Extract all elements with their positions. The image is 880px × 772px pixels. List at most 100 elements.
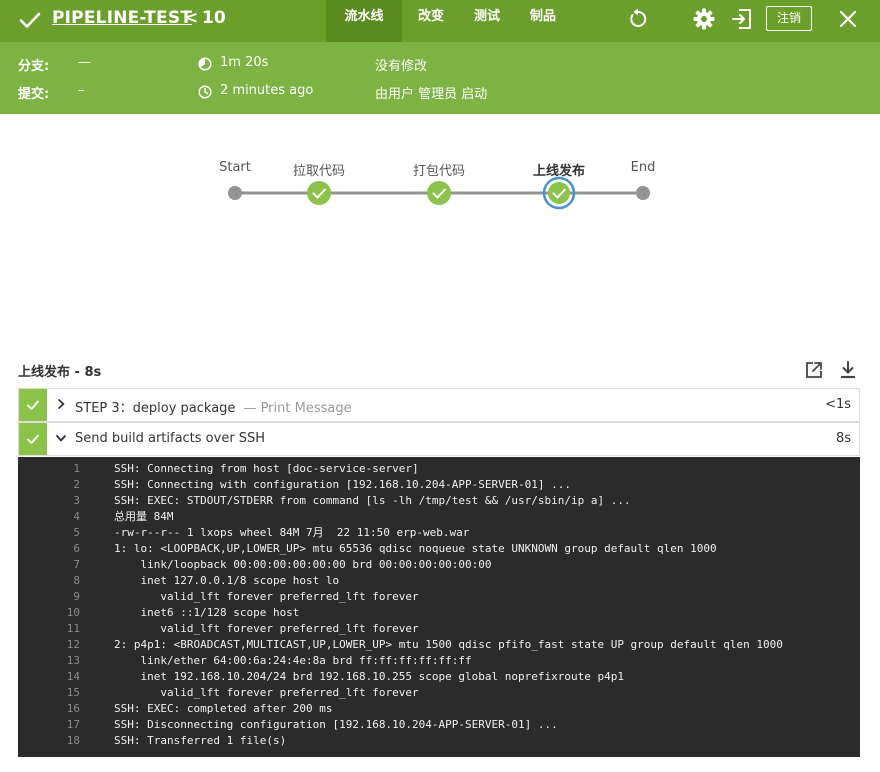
pipeline-title-link[interactable]: PIPELINE-TEST <box>52 8 192 28</box>
step-duration: <1s <box>825 397 851 412</box>
run-info-bar: 分支: — 提交: – 1m 20s 2 minutes ago 没有修改 由用… <box>0 42 880 114</box>
top-bar: PIPELINE-TEST < 10 流水线 改变 测试 制品 注销 <box>0 0 880 42</box>
line-number[interactable]: 17 <box>18 717 80 733</box>
start-node <box>228 186 242 200</box>
log-line: 18 SSH: Transferred 1 file(s) <box>18 733 860 749</box>
log-line: 5 -rw-r--r-- 1 lxops wheel 84M 7月 22 11:5… <box>18 525 860 541</box>
step-row-deploy-package[interactable]: STEP 3：deploy package — Print Message <1s <box>18 388 860 422</box>
log-text: SSH: EXEC: STDOUT/STDERR from command [l… <box>114 494 631 507</box>
branch-value: — <box>78 55 91 70</box>
step-row-send-artifacts[interactable]: Send build artifacts over SSH 8s <box>18 422 860 456</box>
end-node <box>636 186 650 200</box>
line-number[interactable]: 16 <box>18 701 80 717</box>
logout-button[interactable]: 注销 <box>766 6 812 31</box>
log-line: 17 SSH: Disconnecting configuration [192.… <box>18 717 860 733</box>
line-number[interactable]: 12 <box>18 637 80 653</box>
tab-changes[interactable]: 改变 <box>402 0 460 42</box>
log-line: 13 link/ether 64:00:6a:24:4e:8a brd ff:f… <box>18 653 860 669</box>
line-number[interactable]: 10 <box>18 605 80 621</box>
log-text: 1: lo: <LOOPBACK,UP,LOWER_UP> mtu 65536 … <box>114 542 717 555</box>
line-number[interactable]: 13 <box>18 653 80 669</box>
tab-artifacts[interactable]: 制品 <box>514 0 572 42</box>
log-line: 1 SSH: Connecting from host [doc-service-… <box>18 461 860 477</box>
log-line: 9 valid_lft forever preferred_lft foreve… <box>18 589 860 605</box>
log-text: SSH: EXEC: completed after 200 ms <box>114 702 333 715</box>
log-text: inet 192.168.10.204/24 brd 192.168.10.25… <box>114 670 624 683</box>
download-icon[interactable] <box>838 360 858 380</box>
branch-label: 分支: <box>18 59 50 74</box>
step-success-marker <box>19 423 47 455</box>
clock-icon <box>198 85 212 99</box>
stage-node-checkout[interactable] <box>307 181 331 205</box>
log-text: inet6 ::1/128 scope host <box>114 606 300 619</box>
log-line: 7 link/loopback 00:00:00:00:00:00 brd 00… <box>18 557 860 573</box>
tab-tests[interactable]: 测试 <box>460 0 514 42</box>
log-text: link/loopback 00:00:00:00:00:00 brd 00:0… <box>114 558 492 571</box>
log-text: inet 127.0.0.1/8 scope host lo <box>114 574 340 587</box>
step-success-marker <box>19 389 47 421</box>
line-number[interactable]: 5 <box>18 525 80 541</box>
line-number[interactable]: 11 <box>18 621 80 637</box>
log-text: SSH: Disconnecting configuration [192.16… <box>114 718 558 731</box>
run-number: 10 <box>202 8 226 28</box>
step-name: Send build artifacts over SSH <box>75 431 266 446</box>
log-text: SSH: Transferred 1 file(s) <box>114 734 287 747</box>
rerun-icon[interactable] <box>626 7 650 31</box>
step-name: STEP 3：deploy package — Print Message <box>75 397 352 416</box>
stage-detail-title: 上线发布 - 8s <box>18 365 102 380</box>
started-by-text: 由用户 管理员 启动 <box>375 87 488 102</box>
log-line: 16 SSH: EXEC: completed after 200 ms <box>18 701 860 717</box>
success-check-icon <box>19 12 41 28</box>
line-number[interactable]: 15 <box>18 685 80 701</box>
console-log[interactable]: 1 SSH: Connecting from host [doc-service-… <box>18 457 860 757</box>
open-external-icon[interactable] <box>804 360 824 380</box>
commit-value: – <box>78 83 85 98</box>
log-line: 6 1: lo: <LOOPBACK,UP,LOWER_UP> mtu 65536… <box>18 541 860 557</box>
stage-node-deploy-selected[interactable] <box>542 176 576 210</box>
log-line: 14 inet 192.168.10.204/24 brd 192.168.10… <box>18 669 860 685</box>
line-number[interactable]: 4 <box>18 509 80 525</box>
duration-icon <box>198 57 212 71</box>
log-line: 3 SSH: EXEC: STDOUT/STDERR from command [… <box>18 493 860 509</box>
step-title: STEP 3：deploy package <box>75 401 236 416</box>
log-text: link/ether 64:00:6a:24:4e:8a brd ff:ff:f… <box>114 654 472 667</box>
chevron-down-icon[interactable] <box>55 432 67 444</box>
log-line: 12 2: p4p1: <BROADCAST,MULTICAST,UP,LOWER… <box>18 637 860 653</box>
line-number[interactable]: 3 <box>18 493 80 509</box>
commit-label: 提交: <box>18 87 50 102</box>
chevron-right-icon[interactable] <box>55 398 67 410</box>
check-icon <box>27 434 39 444</box>
step-duration: 8s <box>835 431 851 446</box>
pipeline-graph-canvas <box>228 176 650 210</box>
tab-bar: 流水线 改变 测试 制品 <box>326 0 572 42</box>
gear-icon[interactable] <box>692 7 716 31</box>
log-text: SSH: Connecting with configuration [192.… <box>114 478 571 491</box>
line-number[interactable]: 18 <box>18 733 80 749</box>
check-icon <box>27 400 39 410</box>
log-text: -rw-r--r-- 1 lxops wheel 84M 7月 22 11:50… <box>114 526 470 539</box>
log-text: SSH: Connecting from host [doc-service-s… <box>114 462 419 475</box>
line-number[interactable]: 6 <box>18 541 80 557</box>
line-number[interactable]: 7 <box>18 557 80 573</box>
exit-icon[interactable] <box>730 7 754 31</box>
line-number[interactable]: 1 <box>18 461 80 477</box>
line-number[interactable]: 9 <box>18 589 80 605</box>
close-icon[interactable] <box>836 7 860 31</box>
duration-value: 1m 20s <box>220 55 269 70</box>
line-number[interactable]: 14 <box>18 669 80 685</box>
log-line: 10 inet6 ::1/128 scope host <box>18 605 860 621</box>
log-line: 2 SSH: Connecting with configuration [192… <box>18 477 860 493</box>
log-line: 4 总用量 84M <box>18 509 860 525</box>
stage-node-package[interactable] <box>427 181 451 205</box>
log-line: 8 inet 127.0.0.1/8 scope host lo <box>18 573 860 589</box>
log-text: valid_lft forever preferred_lft forever <box>114 590 419 603</box>
tab-pipeline[interactable]: 流水线 <box>326 0 402 42</box>
changes-text: 没有修改 <box>375 59 428 74</box>
chevron-left-icon[interactable]: < <box>184 8 198 28</box>
line-number[interactable]: 8 <box>18 573 80 589</box>
log-text: valid_lft forever preferred_lft forever <box>114 686 419 699</box>
pipeline-graph: Start 拉取代码 打包代码 上线发布 End <box>0 114 880 354</box>
log-text: 2: p4p1: <BROADCAST,MULTICAST,UP,LOWER_U… <box>114 638 783 651</box>
log-line: 11 valid_lft forever preferred_lft forev… <box>18 621 860 637</box>
line-number[interactable]: 2 <box>18 477 80 493</box>
